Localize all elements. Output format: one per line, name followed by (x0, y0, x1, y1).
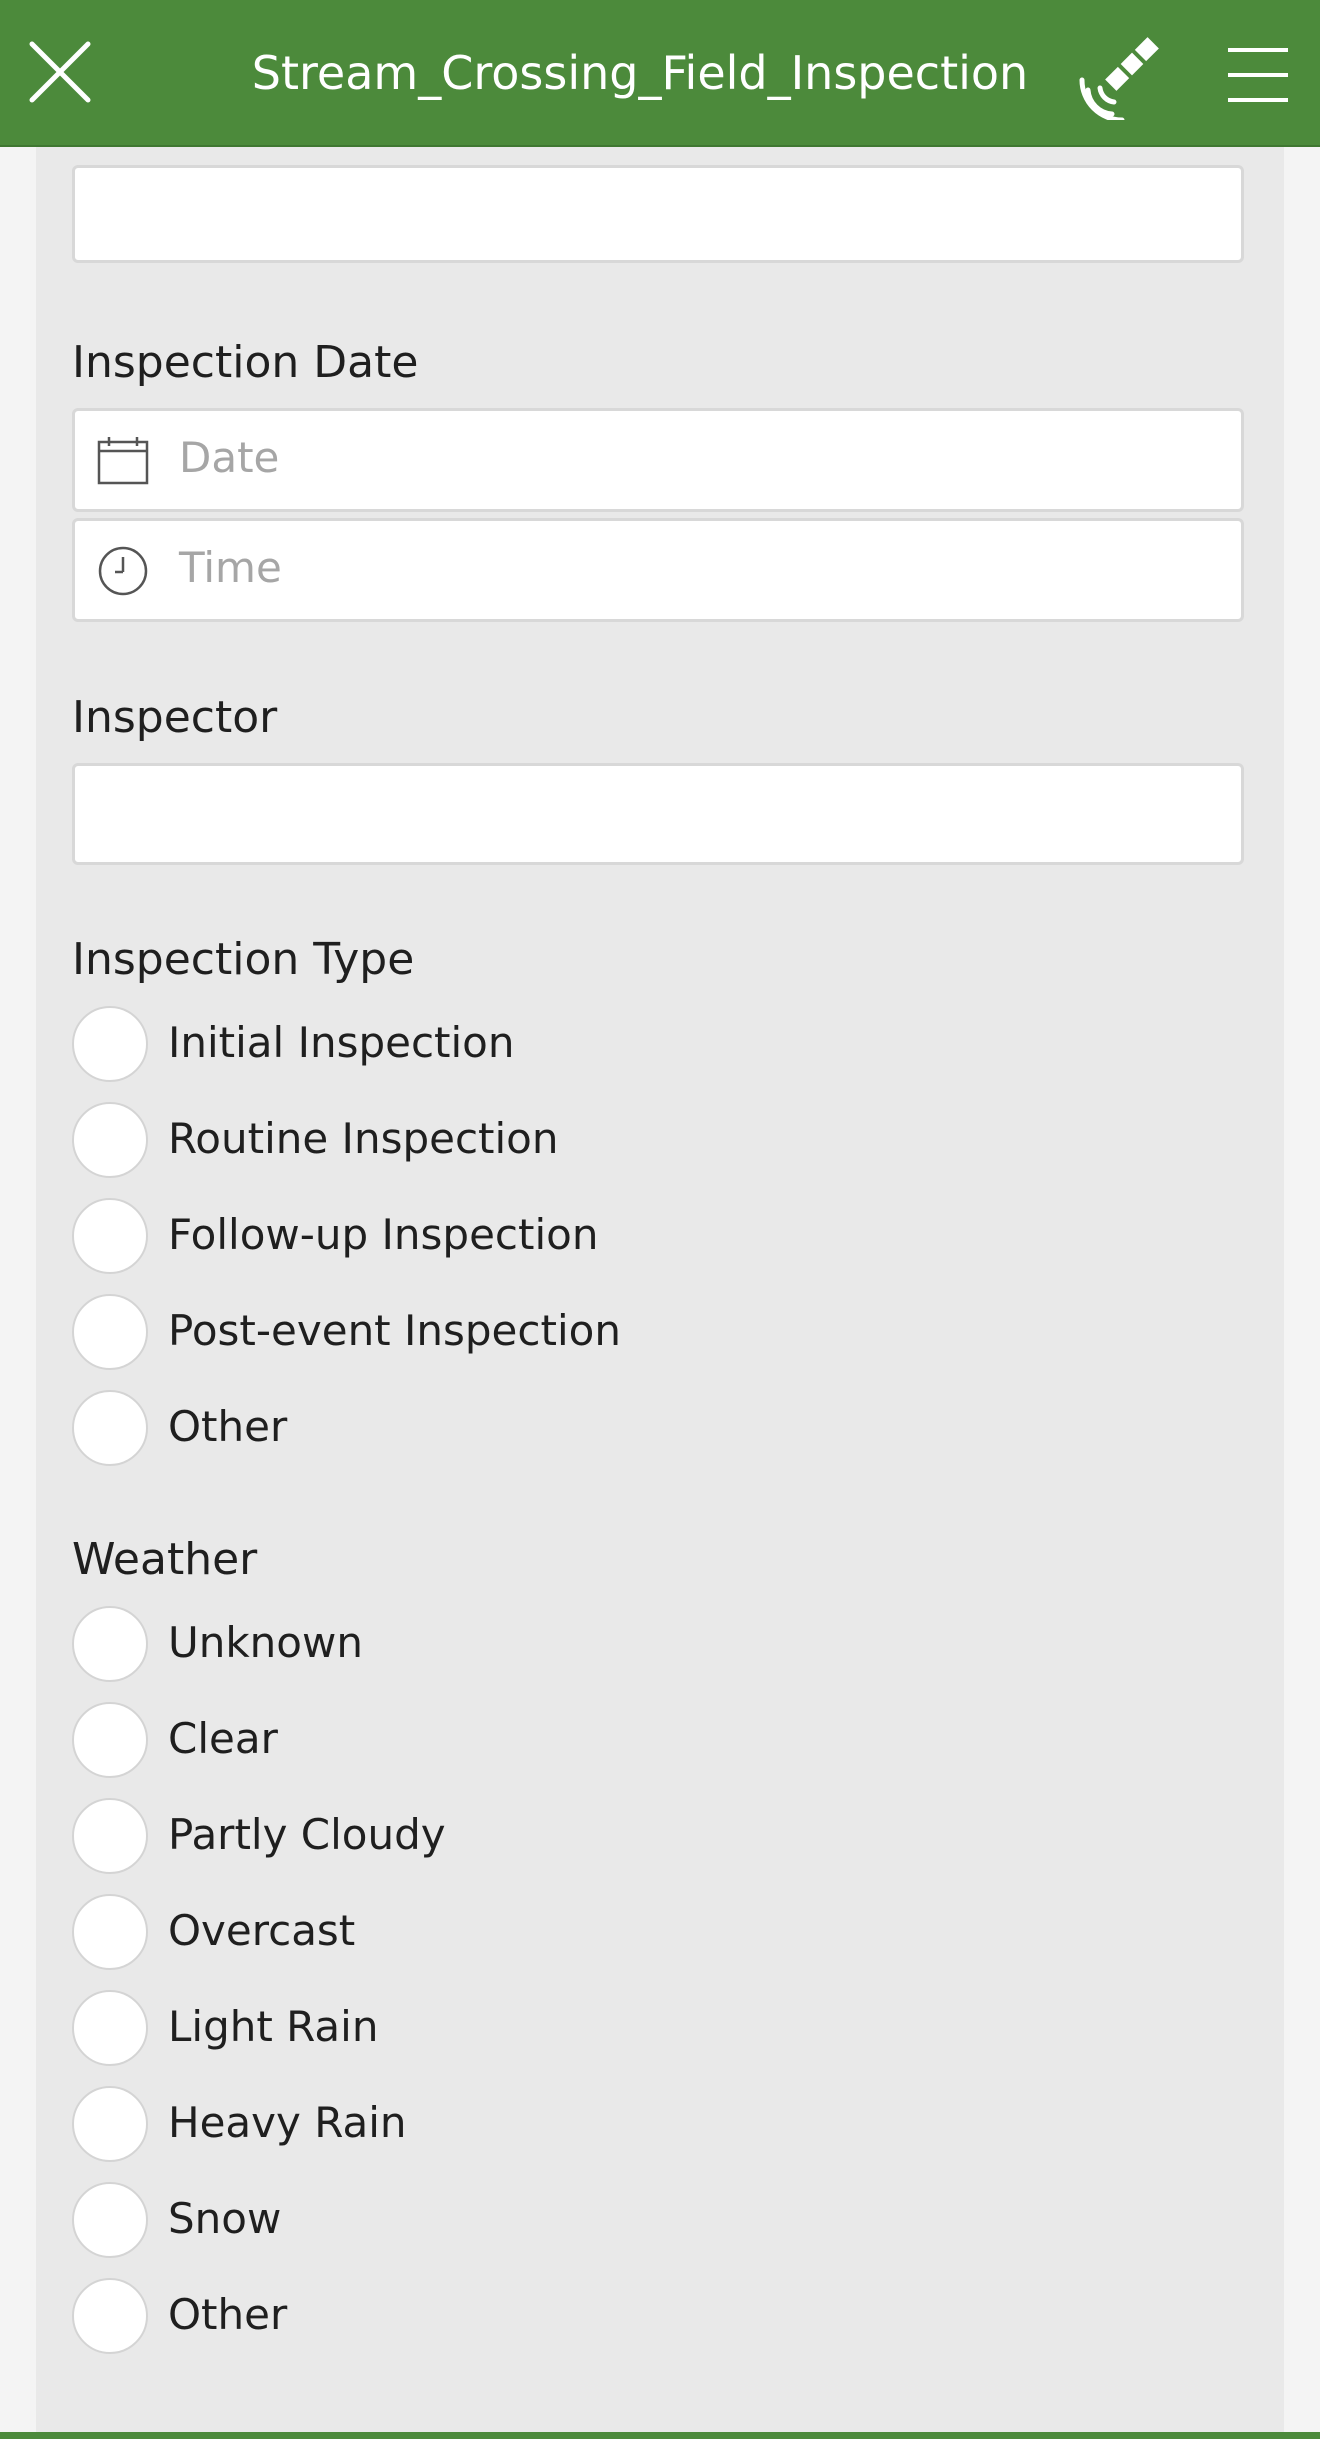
radio-label: Other (168, 2290, 288, 2339)
radio-option-snow[interactable]: Snow (72, 2182, 972, 2258)
radio-button[interactable] (72, 1102, 148, 1178)
inspection-date-label: Inspection Date (72, 337, 419, 388)
time-input[interactable]: Time (72, 518, 1244, 622)
hamburger-menu-icon (1228, 48, 1288, 102)
date-input[interactable]: Date (72, 408, 1244, 512)
close-button[interactable] (24, 36, 96, 108)
menu-button[interactable] (1222, 40, 1294, 110)
bottom-accent-bar (0, 2432, 1320, 2439)
weather-label: Weather (72, 1534, 258, 1585)
page-title: Stream_Crossing_Field_Inspection (251, 46, 1029, 100)
radio-label: Post-event Inspection (168, 1306, 621, 1355)
radio-label: Snow (168, 2194, 282, 2243)
radio-button[interactable] (72, 1390, 148, 1466)
radio-option-other-type[interactable]: Other (72, 1390, 972, 1466)
date-placeholder: Date (179, 433, 280, 482)
radio-label: Heavy Rain (168, 2098, 407, 2147)
radio-button[interactable] (72, 1198, 148, 1274)
radio-button[interactable] (72, 1006, 148, 1082)
radio-button[interactable] (72, 1990, 148, 2066)
radio-option-other-weather[interactable]: Other (72, 2278, 972, 2354)
radio-option-partly-cloudy[interactable]: Partly Cloudy (72, 1798, 972, 1874)
radio-label: Partly Cloudy (168, 1810, 446, 1859)
radio-option-clear[interactable]: Clear (72, 1702, 972, 1778)
inspection-type-label: Inspection Type (72, 934, 415, 985)
radio-button[interactable] (72, 1798, 148, 1874)
radio-label: Routine Inspection (168, 1114, 559, 1163)
radio-label: Clear (168, 1714, 278, 1763)
radio-button[interactable] (72, 1294, 148, 1370)
gps-status-button[interactable] (1078, 30, 1168, 123)
radio-label: Unknown (168, 1618, 363, 1667)
radio-label: Initial Inspection (168, 1018, 515, 1067)
radio-label: Light Rain (168, 2002, 379, 2051)
inspector-label: Inspector (72, 692, 278, 743)
radio-option-post-event-inspection[interactable]: Post-event Inspection (72, 1294, 972, 1370)
survey-form-app: Stream_Crossing_Field_Inspection Inspect… (0, 0, 1320, 2439)
radio-button[interactable] (72, 2086, 148, 2162)
close-icon (29, 41, 91, 103)
time-placeholder: Time (179, 543, 282, 592)
app-header: Stream_Crossing_Field_Inspection (0, 0, 1320, 147)
inspector-input[interactable] (72, 763, 1244, 865)
radio-label: Other (168, 1402, 288, 1451)
radio-option-initial-inspection[interactable]: Initial Inspection (72, 1006, 972, 1082)
radio-option-light-rain[interactable]: Light Rain (72, 1990, 972, 2066)
radio-option-overcast[interactable]: Overcast (72, 1894, 972, 1970)
radio-button[interactable] (72, 1702, 148, 1778)
radio-option-routine-inspection[interactable]: Routine Inspection (72, 1102, 972, 1178)
radio-option-unknown[interactable]: Unknown (72, 1606, 972, 1682)
radio-label: Follow-up Inspection (168, 1210, 599, 1259)
radio-button[interactable] (72, 1606, 148, 1682)
clock-icon (98, 546, 148, 596)
radio-button[interactable] (72, 2278, 148, 2354)
radio-button[interactable] (72, 1894, 148, 1970)
radio-button[interactable] (72, 2182, 148, 2258)
top-text-field[interactable] (72, 165, 1244, 263)
radio-option-follow-up-inspection[interactable]: Follow-up Inspection (72, 1198, 972, 1274)
radio-option-heavy-rain[interactable]: Heavy Rain (72, 2086, 972, 2162)
calendar-icon (97, 437, 149, 485)
satellite-signal-icon (1079, 37, 1159, 123)
radio-label: Overcast (168, 1906, 356, 1955)
